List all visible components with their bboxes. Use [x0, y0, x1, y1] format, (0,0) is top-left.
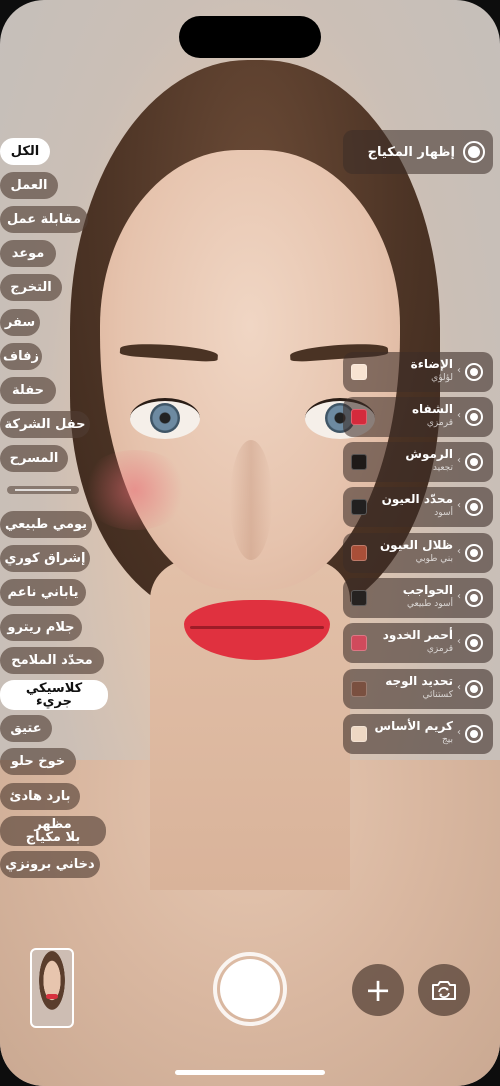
- chip-travel[interactable]: سفر: [0, 309, 40, 336]
- item-shade: أسود طبيعي: [407, 599, 453, 609]
- item-shade: قرمزي: [426, 418, 453, 428]
- item-name: الإضاءة: [410, 357, 453, 371]
- chip-style-sweet-peach[interactable]: خوخ حلو: [0, 748, 76, 775]
- item-shade: لؤلؤي: [431, 373, 453, 383]
- item-shade: بيج: [441, 735, 453, 745]
- chevron-left-icon: ‹: [457, 591, 461, 602]
- chevron-left-icon: ‹: [457, 455, 461, 466]
- chevron-left-icon: ‹: [457, 546, 461, 557]
- chip-date[interactable]: موعد: [0, 240, 56, 267]
- camera-preview: الكل العمل مقابلة عمل موعد التخرج سفر زف…: [0, 0, 500, 1086]
- shutter-button[interactable]: [213, 952, 287, 1026]
- radio-icon[interactable]: [465, 544, 483, 562]
- camera-rotate-icon: [432, 981, 456, 1000]
- item-name: تحديد الوجه: [385, 674, 453, 688]
- chip-party[interactable]: حفلة: [0, 377, 56, 404]
- makeup-row-brows[interactable]: الحواجب أسود طبيعي ‹: [343, 578, 493, 618]
- radio-icon[interactable]: [465, 453, 483, 471]
- item-name: محدّد العيون: [381, 492, 453, 506]
- item-name: الرموش: [405, 447, 453, 461]
- color-swatch[interactable]: [351, 409, 367, 425]
- color-swatch[interactable]: [351, 726, 367, 742]
- item-name: كريم الأساس: [374, 719, 453, 733]
- item-name: أحمر الخدود: [382, 628, 453, 642]
- chip-style-natural[interactable]: يومي طبيعي: [0, 511, 92, 538]
- lip-line: [190, 626, 324, 629]
- chevron-left-icon: ‹: [457, 682, 461, 693]
- chevron-left-icon: ‹: [457, 636, 461, 647]
- chip-line-2: جريء: [35, 694, 73, 709]
- left-eye: [130, 398, 200, 439]
- chevron-left-icon: ‹: [457, 365, 461, 376]
- last-photo-thumbnail[interactable]: [30, 948, 74, 1028]
- chip-company-party[interactable]: حفل الشركة: [0, 411, 90, 438]
- makeup-row-eyeliner[interactable]: محدّد العيون أسود ‹: [343, 487, 493, 527]
- color-swatch[interactable]: [351, 590, 367, 606]
- makeup-row-blush[interactable]: أحمر الخدود قرمزي ‹: [343, 623, 493, 663]
- chevron-left-icon: ‹: [457, 410, 461, 421]
- nose: [230, 440, 272, 560]
- plus-icon: +: [364, 971, 392, 1009]
- chip-work[interactable]: العمل: [0, 172, 58, 199]
- radio-icon[interactable]: [465, 725, 483, 743]
- item-name: ظلال العيون: [379, 538, 453, 552]
- chip-style-bold-classic[interactable]: كلاسيكي جريء: [0, 680, 108, 710]
- show-makeup-label: إظهار المكياج: [367, 144, 455, 160]
- item-name: الشفاه: [411, 402, 453, 416]
- item-name: الحواجب: [402, 583, 453, 597]
- makeup-row-lips[interactable]: الشفاه قرمزي ‹: [343, 397, 493, 437]
- item-shade: قرمزي: [426, 644, 453, 654]
- chip-interview[interactable]: مقابلة عمل: [0, 206, 88, 233]
- color-swatch[interactable]: [351, 364, 367, 380]
- chip-line-2: بلا مكياج: [25, 830, 81, 845]
- makeup-row-lashes[interactable]: الرموش تجعيد ‹: [343, 442, 493, 482]
- radio-icon[interactable]: [465, 589, 483, 607]
- item-shade: كستنائي: [422, 690, 454, 700]
- dynamic-island: [179, 16, 321, 58]
- radio-icon[interactable]: [465, 498, 483, 516]
- color-swatch[interactable]: [351, 545, 367, 561]
- chip-style-vintage[interactable]: عتيق: [0, 715, 52, 742]
- radio-icon[interactable]: [465, 634, 483, 652]
- makeup-row-eyeshadow[interactable]: ظلال العيون بني طوبي ‹: [343, 533, 493, 573]
- add-button[interactable]: +: [352, 964, 404, 1016]
- chip-style-no-makeup[interactable]: مظهر بلا مكياج: [0, 816, 106, 846]
- color-swatch[interactable]: [351, 454, 367, 470]
- chip-style-cool-calm[interactable]: بارد هادئ: [0, 783, 80, 810]
- chip-style-korean-glow[interactable]: إشراق كوري: [0, 545, 90, 572]
- chevron-left-icon: ‹: [457, 727, 461, 738]
- item-shade: تجعيد: [432, 463, 453, 473]
- color-swatch[interactable]: [351, 635, 367, 651]
- color-swatch[interactable]: [351, 499, 367, 515]
- makeup-row-highlight[interactable]: الإضاءة لؤلؤي ‹: [343, 352, 493, 392]
- color-swatch[interactable]: [351, 681, 367, 697]
- chip-divider: [7, 486, 79, 494]
- home-indicator: [175, 1070, 325, 1075]
- radio-icon[interactable]: [465, 363, 483, 381]
- chip-style-soft-japanese[interactable]: ياباني ناعم: [0, 579, 86, 606]
- chip-all[interactable]: الكل: [0, 138, 50, 165]
- chip-graduation[interactable]: التخرج: [0, 274, 62, 301]
- show-makeup-toggle[interactable]: إظهار المكياج: [343, 130, 493, 174]
- makeup-row-foundation[interactable]: كريم الأساس بيج ‹: [343, 714, 493, 754]
- item-shade: بني طوبي: [415, 554, 453, 564]
- chip-style-retro-glam[interactable]: جلام ريترو: [0, 614, 82, 641]
- chip-style-smoky-bronze[interactable]: دخاني برونزي: [0, 851, 100, 878]
- chip-theater[interactable]: المسرح: [0, 445, 68, 472]
- makeup-row-contour[interactable]: تحديد الوجه كستنائي ‹: [343, 669, 493, 709]
- switch-camera-button[interactable]: [418, 964, 470, 1016]
- radio-icon[interactable]: [465, 680, 483, 698]
- chevron-left-icon: ‹: [457, 500, 461, 511]
- radio-icon[interactable]: [465, 408, 483, 426]
- chip-style-defined[interactable]: محدّد الملامح: [0, 647, 104, 674]
- chip-wedding[interactable]: زفاف: [0, 343, 42, 370]
- toggle-radio-icon: [463, 141, 485, 163]
- blush-area: [80, 450, 190, 530]
- item-shade: أسود: [434, 508, 453, 518]
